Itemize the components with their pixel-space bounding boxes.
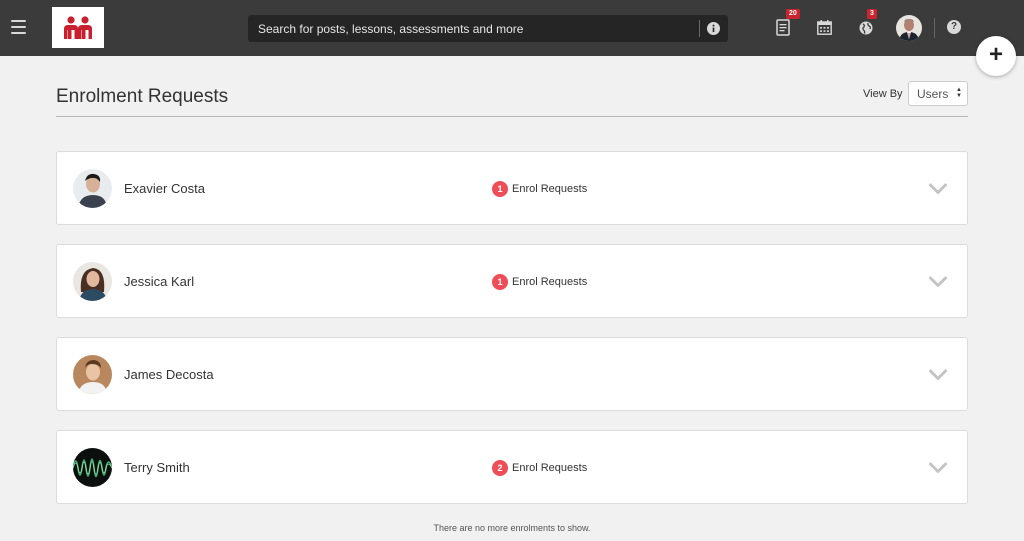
notifications-badge: 20 <box>786 9 800 19</box>
enrol-requests: 1 Enrol Requests <box>492 274 587 290</box>
enrol-requests: 1 Enrol Requests <box>492 181 587 197</box>
enrol-requests: 2 Enrol Requests <box>492 460 587 476</box>
top-bar: 20 3 ? <box>0 0 1024 56</box>
request-label: Enrol Requests <box>512 276 588 288</box>
request-label: Enrol Requests <box>512 183 588 195</box>
chevron-down-icon[interactable] <box>929 276 947 288</box>
select-arrows-icon: ▲ ▼ <box>956 87 962 99</box>
avatar <box>73 355 112 394</box>
globe-icon <box>859 21 873 35</box>
user-photo <box>73 169 112 208</box>
globe-badge: 3 <box>867 9 877 19</box>
request-count-badge: 2 <box>492 460 508 476</box>
chevron-down-icon[interactable] <box>929 462 947 474</box>
user-name: Jessica Karl <box>124 274 195 289</box>
user-card[interactable]: James Decosta <box>56 337 968 411</box>
view-by-value: Users <box>917 87 949 101</box>
user-card[interactable]: Exavier Costa 1 Enrol Requests <box>56 151 968 225</box>
search-input[interactable] <box>248 15 696 42</box>
profile-avatar[interactable] <box>896 15 922 41</box>
end-of-list-note: There are no more enrolments to show. <box>433 523 591 533</box>
globe-button[interactable]: 3 <box>859 9 877 40</box>
add-button[interactable]: + <box>976 36 1016 76</box>
request-count-badge: 1 <box>492 274 508 290</box>
search-divider <box>699 20 700 37</box>
logo-icon <box>64 15 92 39</box>
user-photo <box>896 15 922 41</box>
avatar <box>73 169 112 208</box>
page-title: Enrolment Requests <box>56 86 229 107</box>
chevron-down-icon[interactable] <box>929 369 947 381</box>
menu-icon[interactable] <box>11 20 26 34</box>
chevron-down-icon[interactable] <box>929 183 947 195</box>
calendar-button[interactable] <box>817 20 832 40</box>
help-icon[interactable]: ? <box>947 20 961 34</box>
request-label: Enrol Requests <box>512 462 588 474</box>
user-name: Exavier Costa <box>124 181 205 196</box>
user-card[interactable]: Jessica Karl 1 Enrol Requests <box>56 244 968 318</box>
calendar-icon <box>817 20 832 35</box>
user-photo <box>73 262 112 301</box>
title-divider <box>56 116 968 117</box>
info-icon[interactable] <box>707 22 720 35</box>
user-name: Terry Smith <box>124 460 190 475</box>
view-by-select[interactable]: Users ▲ ▼ <box>908 81 968 106</box>
search-bar <box>248 15 728 42</box>
avatar <box>73 448 112 487</box>
request-count-badge: 1 <box>492 181 508 197</box>
app-logo[interactable] <box>52 7 104 48</box>
user-card[interactable]: Terry Smith 2 Enrol Requests <box>56 430 968 504</box>
document-icon <box>776 19 790 36</box>
view-by-label: View By <box>863 88 903 100</box>
notifications-button[interactable]: 20 <box>776 9 800 41</box>
user-name: James Decosta <box>124 367 214 382</box>
avatar <box>73 262 112 301</box>
user-photo <box>73 355 112 394</box>
waveform-image <box>73 448 112 487</box>
toolbar-divider <box>934 18 935 38</box>
